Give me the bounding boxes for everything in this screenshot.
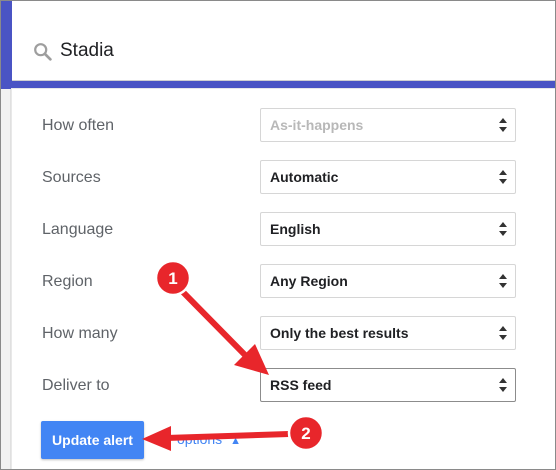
caret-up-icon: ▲ [230,435,242,447]
search-icon [34,43,52,61]
how-often-value: As-it-happens [270,117,364,133]
show-options-label: options [177,431,223,447]
sources-select[interactable]: Automatic [260,160,516,194]
sort-arrows-icon [499,378,507,392]
sort-arrows-icon [499,170,507,184]
language-label: Language [42,221,114,238]
sources-label: Sources [42,169,101,186]
deliver-to-select[interactable]: RSS feed [260,368,516,402]
sort-arrows-icon [499,274,507,288]
language-value: English [270,221,321,237]
how-often-label: How often [42,117,115,134]
sort-arrows-icon [499,118,507,132]
search-query[interactable]: Stadia [60,40,114,62]
sort-arrows-icon [499,222,507,236]
how-many-select[interactable]: Only the best results [260,316,516,350]
how-often-select: As-it-happens [260,108,516,142]
region-select[interactable]: Any Region [260,264,516,298]
sources-value: Automatic [270,169,339,185]
deliver-to-label: Deliver to [42,377,110,394]
region-value: Any Region [270,273,348,289]
update-alert-button[interactable]: Update alert [41,421,144,459]
how-many-value: Only the best results [270,325,409,341]
how-many-label: How many [42,325,118,342]
deliver-to-value: RSS feed [270,377,332,393]
language-select[interactable]: English [260,212,516,246]
region-label: Region [42,273,93,290]
search-box[interactable]: Stadia [12,1,555,81]
show-options-link[interactable]: options ▲ [177,431,241,447]
sort-arrows-icon [499,326,507,340]
app-window: Stadia How often As-it-happens Sources A… [0,0,556,470]
